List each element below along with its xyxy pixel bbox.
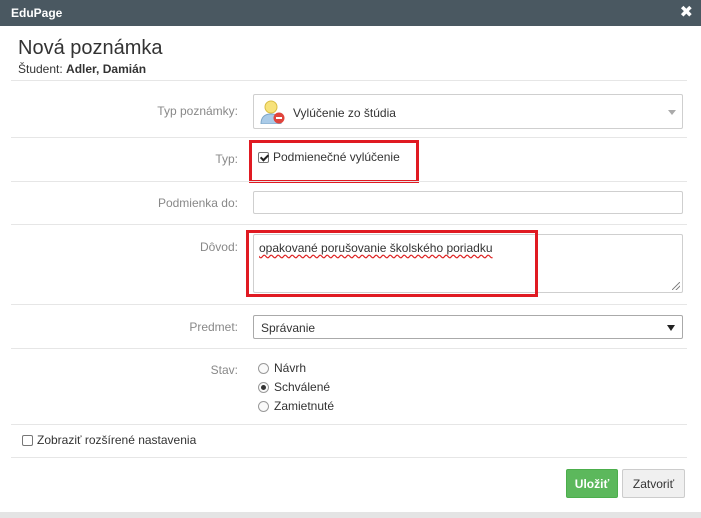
divider [11, 304, 687, 305]
status-option-label: Schválené [274, 380, 331, 394]
note-type-select[interactable]: Vylúčenie zo štúdia [253, 94, 683, 129]
reason-label: Dôvod: [199, 240, 238, 254]
save-button[interactable]: Uložiť [566, 469, 618, 498]
type-label: Typ: [215, 152, 238, 166]
advanced-settings-label: Zobraziť rozšírené nastavenia [37, 433, 197, 447]
status-radio-approved[interactable] [258, 381, 269, 393]
window-titlebar: EduPage ✖ [0, 0, 701, 26]
status-option-draft[interactable]: Návrh [258, 361, 306, 375]
resize-grip-icon[interactable] [672, 282, 680, 290]
condition-until-input[interactable] [253, 191, 683, 214]
subject-select[interactable]: Správanie [253, 315, 683, 339]
status-option-label: Zamietnuté [274, 399, 335, 413]
divider [11, 457, 687, 458]
student-name: Adler, Damián [66, 62, 147, 76]
condition-until-label: Podmienka do: [157, 196, 238, 210]
status-label: Stav: [210, 363, 238, 377]
note-type-label: Typ poznámky: [157, 104, 238, 118]
user-remove-icon [260, 100, 285, 124]
chevron-down-icon [668, 110, 676, 115]
divider [11, 348, 687, 349]
subject-label: Predmet: [189, 320, 238, 334]
advanced-settings-option[interactable]: Zobraziť rozšírené nastavenia [22, 433, 196, 447]
divider [11, 224, 687, 225]
dialog-title: Nová poznámka [18, 37, 163, 59]
subject-value: Správanie [261, 321, 316, 335]
divider [11, 424, 687, 425]
status-radio-rejected[interactable] [258, 400, 269, 412]
status-radio-draft[interactable] [258, 362, 269, 374]
divider [11, 80, 687, 81]
status-option-rejected[interactable]: Zamietnuté [258, 399, 334, 413]
window-title: EduPage [11, 6, 63, 20]
divider [11, 137, 687, 138]
close-button[interactable]: Zatvoriť [622, 469, 685, 498]
student-label: Študent: [18, 62, 63, 76]
status-option-label: Návrh [274, 361, 307, 375]
status-option-approved[interactable]: Schválené [258, 380, 330, 394]
background-strip [0, 512, 701, 518]
highlight-box-reason [246, 230, 538, 297]
note-type-value: Vylúčenie zo štúdia [293, 106, 396, 120]
divider [11, 181, 687, 182]
close-icon[interactable]: ✖ [680, 3, 693, 23]
advanced-settings-checkbox[interactable] [22, 434, 33, 446]
student-info: Študent: Adler, Damián [18, 62, 146, 76]
chevron-down-icon [667, 325, 675, 331]
highlight-box-type [249, 140, 419, 183]
